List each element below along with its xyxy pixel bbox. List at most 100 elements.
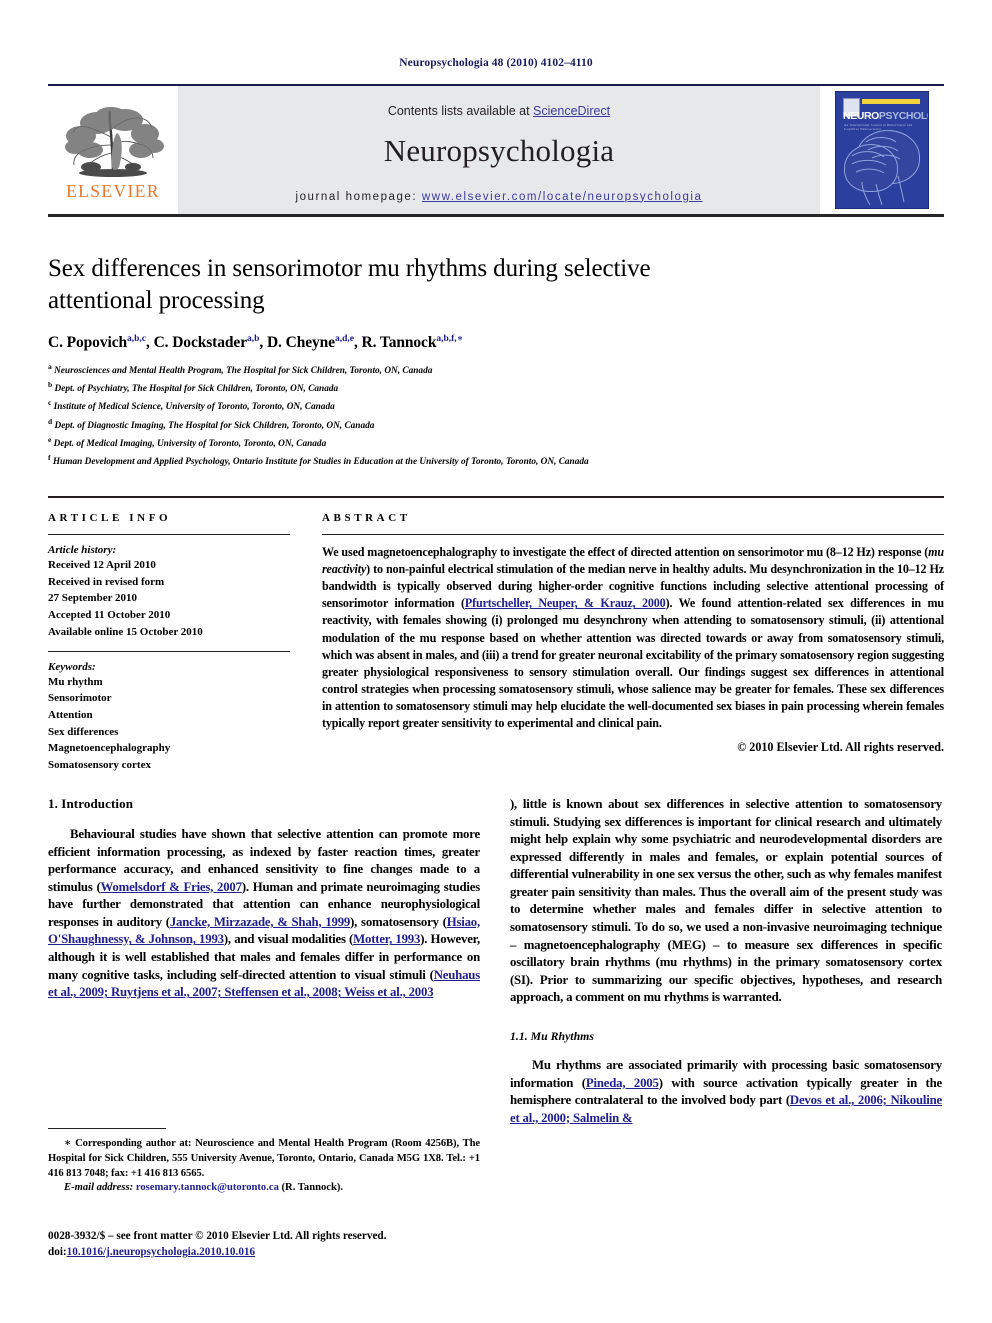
paragraph-text: ), and visual modalities (: [223, 932, 354, 947]
article-history-item: Received 12 April 2010: [48, 559, 156, 571]
keyword-item: Attention: [48, 709, 93, 722]
doi-line: doi:10.1016/j.neuropsychologia.2010.10.0…: [48, 1244, 488, 1260]
affiliation-item: e Dept. of Medical Imaging, University o…: [48, 434, 688, 452]
affiliation-mark: b: [48, 380, 53, 390]
article-history-heading: Article history:: [48, 544, 117, 556]
sciencedirect-link[interactable]: ScienceDirect: [533, 104, 610, 118]
email-footnote: E-mail address: rosemary.tannock@utoront…: [48, 1182, 480, 1193]
page-title: Sex differences in sensorimotor mu rhyth…: [48, 255, 651, 314]
paragraph-introduction-continued: ), little is known about sex differences…: [510, 796, 942, 1005]
keyword-item: Magnetoencephalography: [48, 742, 171, 755]
affiliation-item: f Human Development and Applied Psycholo…: [48, 452, 688, 470]
affiliation-item: b Dept. of Psychiatry, The Hospital for …: [48, 379, 688, 397]
journal-cover-thumbnail[interactable]: NEUROPSYCHOLOGIA An International Journa…: [835, 91, 929, 209]
body-column-right: ), little is known about sex differences…: [510, 796, 942, 1137]
journal-homepage-line: journal homepage: www.elsevier.com/locat…: [178, 191, 820, 203]
elsevier-wordmark: ELSEVIER: [66, 181, 160, 202]
section-heading-introduction: 1. Introduction: [48, 795, 134, 811]
affiliation-text: Institute of Medical Science, University…: [53, 402, 335, 413]
article-history-item: 27 September 2010: [48, 592, 138, 605]
homepage-prefix: journal homepage:: [295, 190, 422, 203]
body-column-left: 1. Introduction Behavioural studies have…: [48, 796, 480, 1137]
citation-link[interactable]: Motter, 1993: [353, 932, 420, 946]
affiliation-mark: a: [48, 362, 52, 372]
divider: [48, 650, 290, 652]
citation-link[interactable]: Jancke, Mirzazade, & Shah, 1999: [170, 915, 350, 929]
journal-homepage-link[interactable]: www.elsevier.com/locate/neuropsychologia: [422, 191, 703, 203]
affiliation-text: Human Development and Applied Psychology…: [52, 456, 589, 467]
affiliation-item: c Institute of Medical Science, Universi…: [48, 397, 688, 415]
journal-name: Neuropsychologia: [383, 132, 615, 168]
paragraph-introduction-part1: Behavioural studies have shown that sele…: [48, 826, 480, 1002]
author-name: D. Cheyne: [266, 334, 335, 352]
affiliation-list: a Neurosciences and Mental Health Progra…: [48, 361, 688, 470]
paragraph-text: ), somatosensory (: [350, 914, 447, 929]
affiliation-mark: c: [48, 398, 52, 408]
abstract-text: We used magnetoencephalography to invest…: [322, 544, 944, 732]
affiliation-text: Dept. of Medical Imaging, University of …: [53, 438, 327, 449]
front-matter-line: 0028-3932/$ – see front matter © 2010 El…: [48, 1230, 387, 1242]
author-affil-marks: a,b: [246, 334, 260, 344]
doi-prefix: doi:: [48, 1246, 67, 1259]
publisher-logo-area: ELSEVIER: [48, 86, 178, 214]
email-suffix: (R. Tannock).: [278, 1182, 344, 1194]
cover-brain-detail-icon: [851, 137, 905, 206]
doi-link[interactable]: 10.1016/j.neuropsychologia.2010.10.016: [67, 1246, 255, 1258]
article-info-label: ARTICLE INFO: [48, 512, 172, 524]
email-link[interactable]: rosemary.tannock@utoronto.ca: [136, 1182, 279, 1193]
citation-link[interactable]: Pineda, 2005: [586, 1076, 659, 1090]
author-separator: ,: [353, 334, 362, 352]
footnote-divider: [48, 1128, 166, 1129]
keywords-heading: Keywords:: [48, 660, 96, 673]
abstract-column: ABSTRACT We used magnetoencephalography …: [322, 512, 944, 774]
article-title-block: Sex differences in sensorimotor mu rhyth…: [48, 253, 944, 470]
email-label: E-mail address:: [64, 1182, 134, 1194]
keyword-item: Sex differences: [48, 725, 119, 738]
info-abstract-band: ARTICLE INFO Article history: Received 1…: [48, 496, 944, 774]
journal-masthead: ELSEVIER Contents lists available at Sci…: [48, 84, 944, 217]
abstract-part: ). We found attention-related sex differ…: [322, 596, 944, 731]
abstract-part: We used magnetoencephalography to invest…: [322, 545, 929, 559]
article-info-column: ARTICLE INFO Article history: Received 1…: [48, 512, 290, 774]
footnote-block: ∗ Corresponding author at: Neuroscience …: [48, 1128, 480, 1193]
affiliation-text: Dept. of Diagnostic Imaging, The Hospita…: [54, 420, 375, 431]
affiliation-mark: e: [48, 434, 52, 444]
contents-available-line: Contents lists available at ScienceDirec…: [178, 104, 820, 118]
abstract-label: ABSTRACT: [322, 512, 411, 524]
keyword-item: Sensorimotor: [48, 692, 112, 705]
keyword-item: Mu rhythm: [48, 675, 103, 688]
masthead-center: Contents lists available at ScienceDirec…: [178, 86, 820, 214]
elsevier-logo: ELSEVIER: [57, 103, 169, 201]
contents-prefix: Contents lists available at: [387, 103, 534, 118]
author-affil-marks: a,b,f,∗: [436, 334, 463, 344]
abstract-copyright: © 2010 Elsevier Ltd. All rights reserved…: [737, 740, 944, 755]
elsevier-tree-icon: [65, 107, 164, 178]
article-body: 1. Introduction Behavioural studies have…: [48, 796, 944, 1137]
author-name: R. Tannock: [361, 334, 437, 352]
journal-cover-area: NEUROPSYCHOLOGIA An International Journa…: [820, 86, 944, 214]
article-history-item: Accepted 11 October 2010: [48, 609, 171, 622]
corresponding-author-marker: ∗: [456, 334, 464, 344]
citation-link[interactable]: Womelsdorf & Fries, 2007: [101, 880, 242, 894]
author-affil-marks: a,d,e: [334, 334, 354, 344]
footnote-text: Corresponding author at: Neuroscience an…: [48, 1138, 480, 1180]
corresponding-author-footnote: ∗ Corresponding author at: Neuroscience …: [48, 1136, 480, 1181]
affiliation-mark: d: [48, 416, 53, 426]
keywords-block: Keywords: Mu rhythm Sensorimotor Attenti…: [48, 661, 290, 774]
affiliation-text: Neurosciences and Mental Health Program,…: [54, 366, 433, 377]
affiliation-item: d Dept. of Diagnostic Imaging, The Hospi…: [48, 416, 688, 434]
running-head: Neuropsychologia 48 (2010) 4102–4110: [399, 57, 593, 69]
article-history-item: Available online 15 October 2010: [48, 625, 203, 638]
imprint-block: 0028-3932/$ – see front matter © 2010 El…: [48, 1228, 488, 1260]
author-separator: ,: [259, 334, 267, 352]
affiliation-text: Dept. of Psychiatry, The Hospital for Si…: [54, 384, 339, 395]
author-name: C. Dockstader: [153, 334, 248, 352]
author-separator: ,: [146, 334, 154, 352]
author-list: C. Popovicha,b,c, C. Dockstadera,b, D. C…: [48, 333, 944, 352]
author-affil-marks: a,b,c: [127, 334, 146, 344]
keyword-item: Somatosensory cortex: [48, 759, 151, 772]
section-heading-mu-rhythms: 1.1. Mu Rhythms: [510, 1029, 594, 1044]
journal-article-page: Neuropsychologia 48 (2010) 4102–4110 ELS…: [0, 0, 992, 1323]
divider: [48, 534, 290, 535]
citation-link[interactable]: Pfurtscheller, Neuper, & Krauz, 2000: [465, 596, 666, 610]
